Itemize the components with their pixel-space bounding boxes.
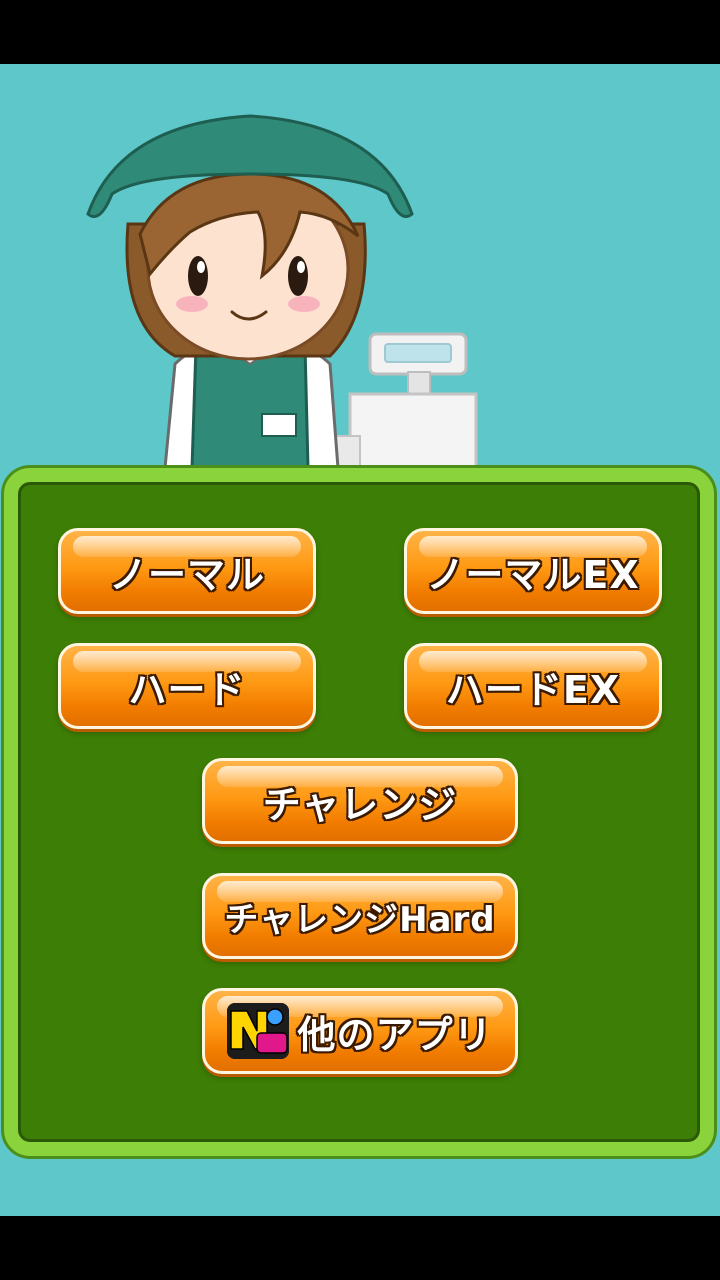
top-black-bar	[0, 0, 720, 64]
other-apps-button-label: 他のアプリ	[297, 1012, 493, 1057]
menu-panel: ノーマル ノーマルEX ハード ハードEX チャレンジ チャレンジHard 他の…	[4, 468, 714, 1156]
hard-button-label: ハード	[128, 667, 246, 712]
normal-ex-button-label: ノーマルEX	[426, 552, 640, 597]
other-apps-button[interactable]: 他のアプリ	[202, 988, 518, 1074]
cashier-scene	[86, 114, 478, 470]
challenge-hard-button-label: チャレンジHard	[224, 899, 496, 940]
hard-ex-button[interactable]: ハードEX	[404, 643, 662, 729]
game-stage: ノーマル ノーマルEX ハード ハードEX チャレンジ チャレンジHard 他の…	[0, 64, 720, 1216]
challenge-hard-button[interactable]: チャレンジHard	[202, 873, 518, 959]
challenge-button[interactable]: チャレンジ	[202, 758, 518, 844]
normal-button[interactable]: ノーマル	[58, 528, 316, 614]
normal-ex-button[interactable]: ノーマルEX	[404, 528, 662, 614]
bottom-black-bar	[0, 1216, 720, 1280]
normal-button-label: ノーマル	[108, 552, 265, 597]
hard-ex-button-label: ハードEX	[445, 667, 621, 712]
challenge-button-label: チャレンジ	[262, 782, 458, 827]
nobity-drive-logo	[227, 1003, 290, 1059]
hard-button[interactable]: ハード	[58, 643, 316, 729]
